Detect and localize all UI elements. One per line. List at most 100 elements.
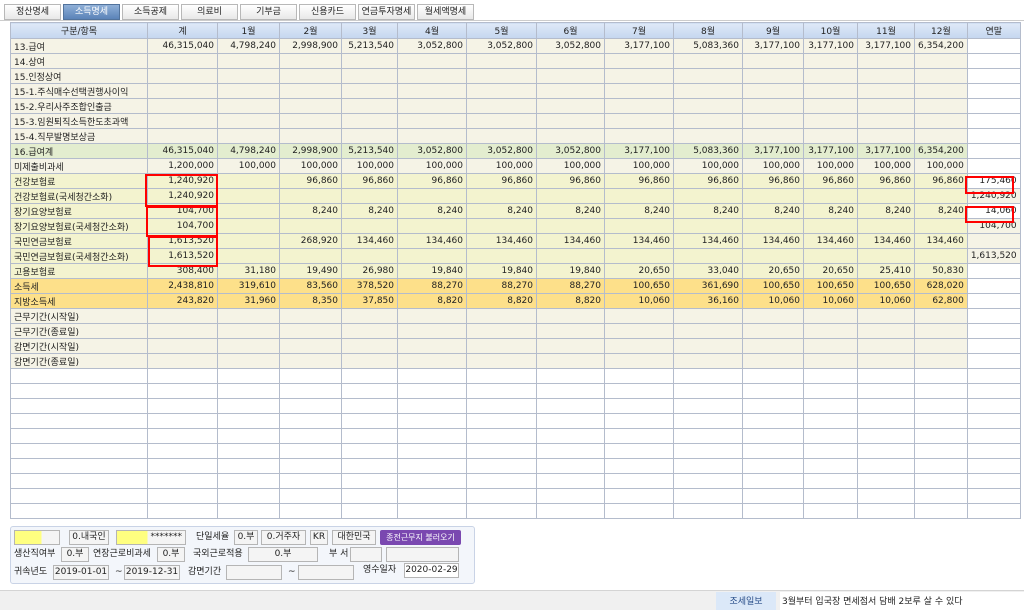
table-cell[interactable] <box>604 248 674 264</box>
table-cell[interactable] <box>803 323 858 339</box>
table-cell[interactable] <box>279 128 342 144</box>
table-cell[interactable]: 3,177,100 <box>604 38 674 54</box>
table-cell[interactable] <box>147 338 218 354</box>
table-cell[interactable]: 96,860 <box>341 173 398 189</box>
table-cell[interactable]: 3,177,100 <box>803 143 858 159</box>
table-cell[interactable] <box>217 308 280 324</box>
empty-cell[interactable] <box>803 368 858 384</box>
empty-cell[interactable] <box>536 398 605 414</box>
table-cell[interactable] <box>673 128 743 144</box>
empty-cell[interactable] <box>966 458 1021 474</box>
empty-cell[interactable] <box>279 428 342 444</box>
table-cell[interactable]: 8,820 <box>466 293 537 309</box>
empty-cell[interactable] <box>147 503 218 519</box>
table-cell[interactable] <box>857 323 915 339</box>
empty-cell[interactable] <box>279 398 342 414</box>
column-header[interactable]: 계 <box>147 22 218 39</box>
table-cell[interactable]: 96,860 <box>604 173 674 189</box>
table-cell[interactable] <box>742 113 804 129</box>
empty-cell[interactable] <box>536 458 605 474</box>
table-cell[interactable] <box>742 68 804 84</box>
table-cell[interactable]: 8,240 <box>673 203 743 219</box>
empty-cell[interactable] <box>147 398 218 414</box>
table-cell[interactable] <box>742 338 804 354</box>
year-to-field[interactable]: 2019-12-31 <box>124 565 180 580</box>
department-code-field[interactable] <box>350 547 382 562</box>
table-cell[interactable]: 104,700 <box>147 203 218 219</box>
news-ticker[interactable]: 3월부터 입국장 면세점서 담배 2보루 살 수 있다 <box>780 592 1024 610</box>
empty-cell[interactable] <box>604 413 674 429</box>
table-cell[interactable] <box>147 323 218 339</box>
empty-cell[interactable] <box>966 473 1021 489</box>
table-cell[interactable] <box>279 188 342 204</box>
table-cell[interactable]: 88,270 <box>397 278 467 294</box>
table-cell[interactable] <box>857 53 915 69</box>
table-cell[interactable] <box>914 353 968 369</box>
table-cell[interactable]: 3,177,100 <box>742 143 804 159</box>
table-cell[interactable] <box>857 128 915 144</box>
table-cell[interactable]: 19,840 <box>397 263 467 279</box>
table-cell[interactable] <box>966 338 1021 354</box>
table-cell[interactable] <box>673 308 743 324</box>
table-cell[interactable]: 8,240 <box>466 203 537 219</box>
table-cell[interactable] <box>536 128 605 144</box>
empty-cell[interactable] <box>604 458 674 474</box>
empty-cell[interactable] <box>673 503 743 519</box>
column-header[interactable]: 연말 <box>966 22 1021 39</box>
table-cell[interactable] <box>536 188 605 204</box>
table-cell[interactable]: 62,800 <box>914 293 968 309</box>
table-cell[interactable] <box>217 233 280 249</box>
table-cell[interactable] <box>742 188 804 204</box>
table-cell[interactable] <box>604 53 674 69</box>
column-header[interactable]: 2월 <box>279 22 342 39</box>
empty-cell[interactable] <box>914 488 968 504</box>
table-cell[interactable] <box>673 188 743 204</box>
empty-cell[interactable] <box>279 413 342 429</box>
table-cell[interactable] <box>147 68 218 84</box>
table-cell[interactable] <box>341 128 398 144</box>
empty-cell[interactable] <box>966 398 1021 414</box>
column-header[interactable]: 6월 <box>536 22 605 39</box>
table-cell[interactable] <box>279 323 342 339</box>
empty-cell[interactable] <box>742 443 804 459</box>
empty-cell[interactable] <box>217 413 280 429</box>
table-cell[interactable] <box>742 353 804 369</box>
table-cell[interactable] <box>803 98 858 114</box>
table-cell[interactable] <box>604 188 674 204</box>
empty-cell[interactable] <box>466 488 537 504</box>
table-cell[interactable] <box>803 113 858 129</box>
table-cell[interactable] <box>466 218 537 234</box>
table-cell[interactable] <box>397 218 467 234</box>
table-cell[interactable]: 46,315,040 <box>147 143 218 159</box>
empty-cell[interactable] <box>147 443 218 459</box>
empty-cell[interactable] <box>279 488 342 504</box>
table-cell[interactable]: 100,650 <box>604 278 674 294</box>
empty-cell[interactable] <box>857 458 915 474</box>
empty-cell[interactable] <box>397 398 467 414</box>
table-cell[interactable]: 1,613,520 <box>147 233 218 249</box>
empty-cell[interactable] <box>397 488 467 504</box>
table-cell[interactable] <box>466 353 537 369</box>
table-cell[interactable]: 100,000 <box>279 158 342 174</box>
table-cell[interactable] <box>397 113 467 129</box>
empty-cell[interactable] <box>279 473 342 489</box>
empty-cell[interactable] <box>217 488 280 504</box>
empty-cell[interactable] <box>466 383 537 399</box>
table-cell[interactable]: 3,052,800 <box>397 38 467 54</box>
table-cell[interactable]: 3,177,100 <box>803 38 858 54</box>
column-header[interactable]: 8월 <box>673 22 743 39</box>
table-cell[interactable]: 3,177,100 <box>742 38 804 54</box>
table-cell[interactable]: 1,240,920 <box>147 188 218 204</box>
department-name-field[interactable] <box>386 547 459 562</box>
table-cell[interactable]: 100,000 <box>466 158 537 174</box>
empty-cell[interactable] <box>914 428 968 444</box>
table-cell[interactable] <box>217 338 280 354</box>
empty-cell[interactable] <box>857 428 915 444</box>
empty-cell[interactable] <box>10 413 148 429</box>
table-cell[interactable] <box>279 68 342 84</box>
table-cell[interactable]: 14,060 <box>966 203 1021 219</box>
table-cell[interactable]: 134,460 <box>604 233 674 249</box>
empty-cell[interactable] <box>803 503 858 519</box>
empty-cell[interactable] <box>604 473 674 489</box>
table-cell[interactable] <box>673 338 743 354</box>
